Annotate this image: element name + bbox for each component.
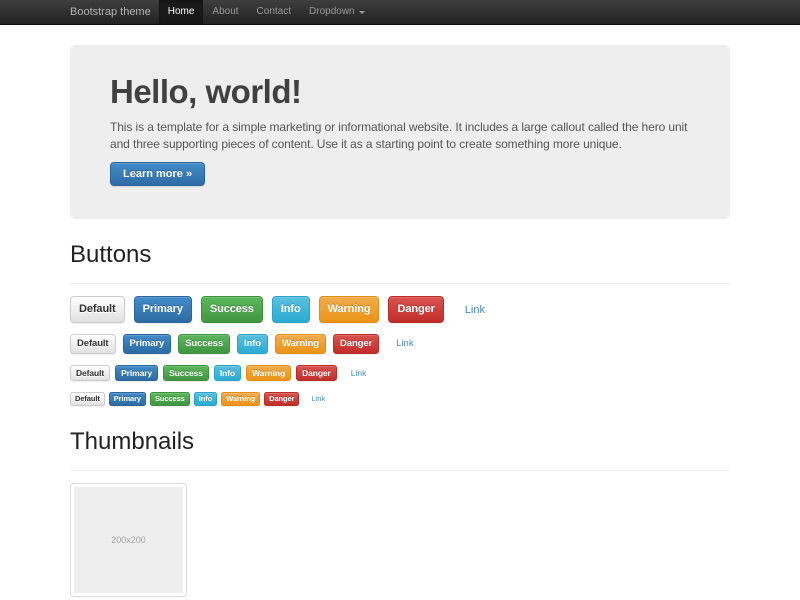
nav-item-label: Home (168, 0, 195, 24)
info-button-sm[interactable]: Info (214, 365, 241, 382)
thumbnail-placeholder-image: 200x200 (74, 487, 183, 593)
button-row-medium: Default Primary Success Info Warning Dan… (70, 334, 730, 354)
link-button-lg[interactable]: Link (457, 297, 493, 323)
nav-item-dropdown[interactable]: Dropdown (300, 0, 374, 24)
button-row-small: Default Primary Success Info Warning Dan… (70, 365, 730, 382)
info-button-xs[interactable]: Info (194, 392, 217, 406)
nav-item-label: Dropdown (309, 0, 355, 24)
hero-description: This is a template for a simple marketin… (110, 119, 705, 154)
thumbnail[interactable]: 200x200 (70, 483, 187, 597)
default-button-sm[interactable]: Default (70, 365, 110, 382)
warning-button-md[interactable]: Warning (275, 334, 326, 354)
default-button-xs[interactable]: Default (70, 392, 105, 406)
hero-title: Hello, world! (110, 73, 705, 111)
danger-button-xs[interactable]: Danger (264, 392, 299, 406)
navbar-brand[interactable]: Bootstrap theme (70, 0, 151, 24)
thumbnails-section-title: Thumbnails (70, 429, 730, 455)
success-button-lg[interactable]: Success (201, 296, 263, 323)
button-row-xsmall: Default Primary Success Info Warning Dan… (70, 392, 730, 406)
primary-button-sm[interactable]: Primary (115, 365, 158, 382)
primary-button-md[interactable]: Primary (123, 334, 172, 354)
hero-unit: Hello, world! This is a template for a s… (70, 45, 730, 219)
nav-item-home[interactable]: Home (159, 0, 204, 24)
primary-button-xs[interactable]: Primary (109, 392, 146, 406)
success-button-md[interactable]: Success (178, 334, 230, 354)
danger-button-sm[interactable]: Danger (296, 365, 337, 382)
content-container: Hello, world! This is a template for a s… (70, 45, 730, 597)
warning-button-sm[interactable]: Warning (246, 365, 291, 382)
link-button-xs[interactable]: Link (307, 392, 329, 405)
caret-down-icon (359, 11, 365, 14)
danger-button-md[interactable]: Danger (333, 334, 379, 354)
primary-button-lg[interactable]: Primary (134, 296, 192, 323)
nav-item-label: Contact (257, 0, 291, 24)
link-button-sm[interactable]: Link (346, 365, 372, 381)
navbar: Bootstrap theme Home About Contact Dropd… (0, 0, 800, 25)
learn-more-button[interactable]: Learn more » (110, 162, 205, 186)
section-divider (70, 283, 730, 284)
info-button-lg[interactable]: Info (272, 296, 310, 323)
warning-button-lg[interactable]: Warning (319, 296, 380, 323)
nav-item-contact[interactable]: Contact (248, 0, 300, 24)
warning-button-xs[interactable]: Warning (221, 392, 260, 406)
link-button-md[interactable]: Link (390, 334, 419, 353)
default-button-lg[interactable]: Default (70, 296, 125, 323)
button-row-large: Default Primary Success Info Warning Dan… (70, 296, 730, 323)
nav-item-about[interactable]: About (203, 0, 247, 24)
nav-item-label: About (212, 0, 238, 24)
info-button-md[interactable]: Info (237, 334, 268, 354)
success-button-sm[interactable]: Success (163, 365, 209, 382)
buttons-section-title: Buttons (70, 242, 730, 268)
section-divider (70, 470, 730, 471)
default-button-md[interactable]: Default (70, 334, 116, 354)
success-button-xs[interactable]: Success (150, 392, 190, 406)
danger-button-lg[interactable]: Danger (388, 296, 443, 323)
